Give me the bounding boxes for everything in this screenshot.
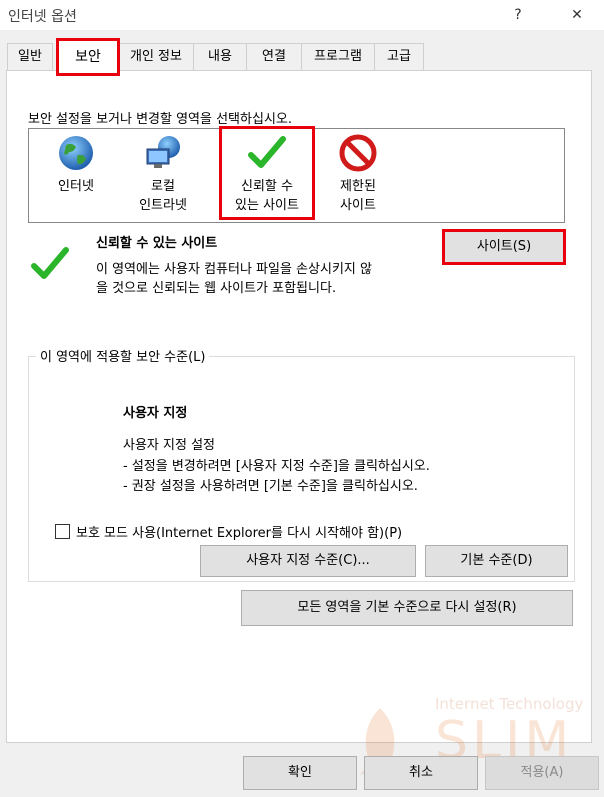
zone-trusted-sites[interactable]: 신뢰할 수 있는 사이트 bbox=[219, 126, 315, 220]
zone-description: 을 것으로 신뢰되는 웹 사이트가 포함됩니다. bbox=[96, 281, 337, 296]
zone-label: 제한된 bbox=[340, 179, 376, 194]
zone-label: 신뢰할 수 bbox=[241, 179, 293, 194]
tab-security[interactable]: 보안 bbox=[56, 38, 120, 76]
security-level-legend: 이 영역에 적용할 보안 수준(L) bbox=[36, 346, 210, 365]
tab-privacy[interactable]: 개인 정보 bbox=[118, 43, 194, 70]
title-bar: 인터넷 옵션 ? ✕ bbox=[0, 0, 604, 30]
sites-button[interactable]: 사이트(S) bbox=[442, 229, 566, 265]
zone-label: 사이트 bbox=[340, 198, 376, 213]
zone-description: 이 영역에는 사용자 컴퓨터나 파일을 손상시키지 않 bbox=[96, 262, 372, 277]
tab-advanced[interactable]: 고급 bbox=[374, 43, 424, 70]
zone-internet[interactable]: 인터넷 bbox=[31, 133, 121, 196]
custom-level-button[interactable]: 사용자 지정 수준(C)... bbox=[200, 545, 416, 577]
close-icon[interactable]: ✕ bbox=[562, 2, 592, 28]
level-description: - 권장 설정을 사용하려면 [기본 수준]을 클릭하십시오. bbox=[123, 479, 418, 494]
apply-button[interactable]: 적용(A) bbox=[485, 756, 599, 790]
tab-connections[interactable]: 연결 bbox=[246, 43, 302, 70]
level-description: 사용자 지정 설정 bbox=[123, 438, 215, 453]
zone-label: 인터넷 bbox=[58, 179, 94, 194]
help-icon[interactable]: ? bbox=[503, 2, 533, 28]
zone-title: 신뢰할 수 있는 사이트 bbox=[96, 236, 218, 251]
ok-button[interactable]: 확인 bbox=[243, 756, 357, 790]
reset-all-zones-button[interactable]: 모든 영역을 기본 수준으로 다시 설정(R) bbox=[241, 590, 573, 626]
level-description: - 설정을 변경하려면 [사용자 지정 수준]을 클릭하십시오. bbox=[123, 459, 430, 474]
default-level-button[interactable]: 기본 수준(D) bbox=[425, 545, 568, 577]
intranet-icon bbox=[146, 136, 180, 168]
zone-label: 인트라넷 bbox=[139, 198, 187, 213]
protected-mode-label[interactable]: 보호 모드 사용(Internet Explorer를 다시 시작해야 함)(P… bbox=[76, 522, 402, 541]
protected-mode-checkbox[interactable] bbox=[55, 524, 70, 539]
zone-label: 있는 사이트 bbox=[235, 198, 299, 213]
window-title: 인터넷 옵션 bbox=[8, 9, 77, 25]
tab-programs[interactable]: 프로그램 bbox=[301, 43, 375, 70]
zone-local-intranet[interactable]: 로컬 인트라넷 bbox=[118, 133, 208, 215]
checkmark-icon bbox=[248, 136, 286, 168]
globe-icon bbox=[59, 136, 93, 170]
zone-instruction: 보안 설정을 보거나 변경할 영역을 선택하십시오. bbox=[28, 112, 292, 127]
tab-content[interactable]: 내용 bbox=[193, 43, 247, 70]
zone-restricted-sites[interactable]: 제한된 사이트 bbox=[313, 133, 403, 215]
cancel-button[interactable]: 취소 bbox=[364, 756, 478, 790]
checkmark-icon bbox=[31, 247, 69, 279]
tab-general[interactable]: 일반 bbox=[7, 43, 53, 70]
zone-label: 로컬 bbox=[151, 179, 175, 194]
level-title: 사용자 지정 bbox=[123, 406, 188, 421]
restricted-icon bbox=[339, 134, 377, 172]
